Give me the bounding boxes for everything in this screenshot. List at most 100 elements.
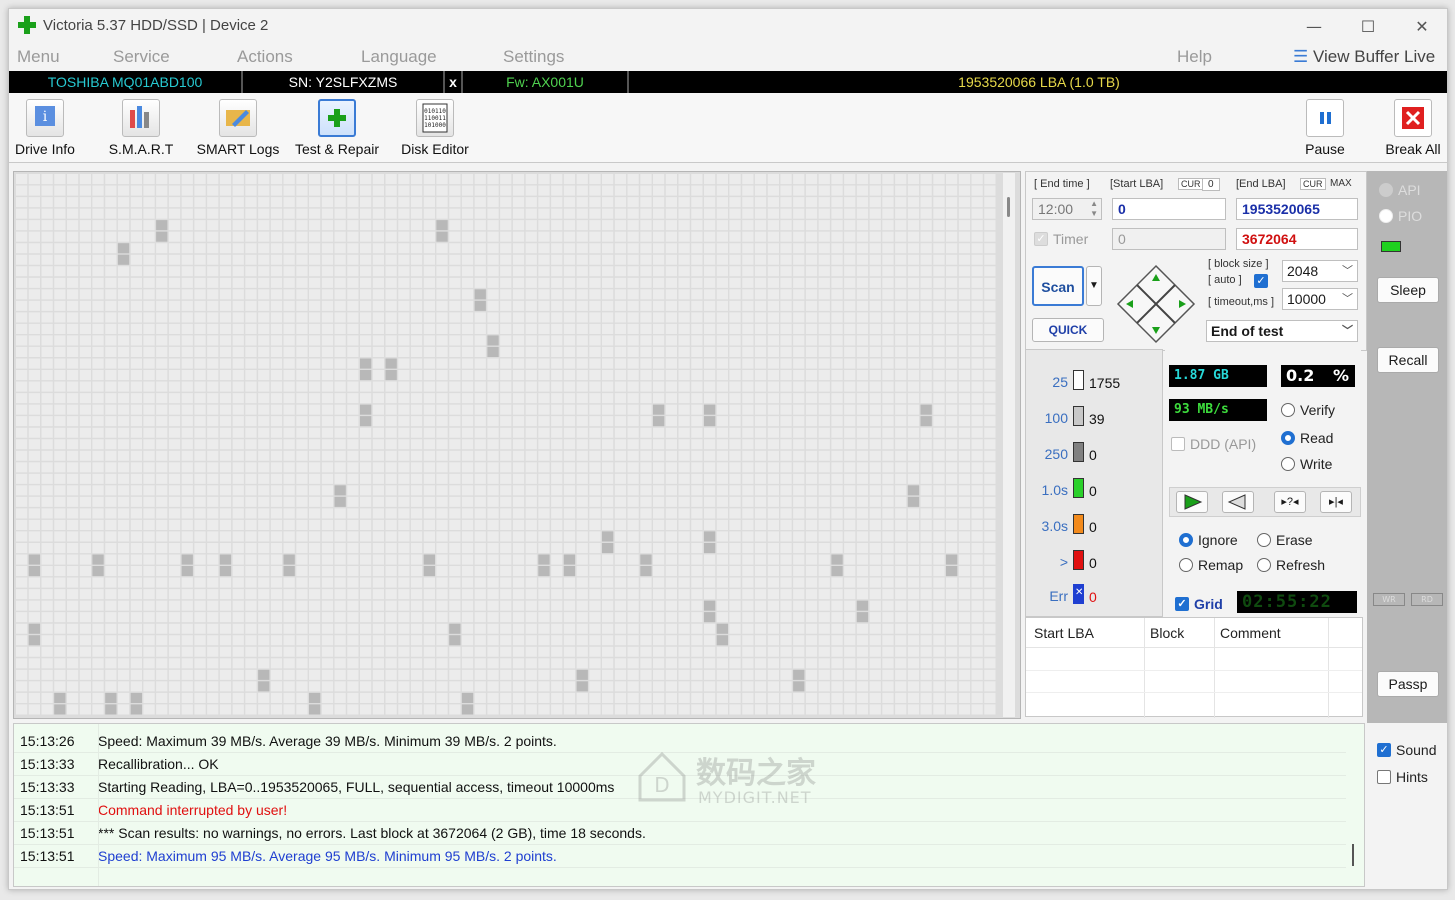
red-x-icon bbox=[1394, 99, 1432, 137]
grid-block bbox=[28, 370, 40, 381]
timeout-select[interactable]: 10000 ﹀ bbox=[1282, 288, 1358, 310]
quick-button[interactable]: QUICK bbox=[1032, 318, 1104, 342]
grid-block bbox=[958, 692, 971, 703]
grid-checkbox[interactable]: ✓ Grid bbox=[1175, 595, 1223, 612]
end-time-input[interactable]: 12:00 ▲ ▼ bbox=[1032, 198, 1102, 220]
test-repair-button[interactable]: Test & Repair bbox=[293, 99, 381, 159]
end-max-toggle[interactable]: MAX bbox=[1330, 178, 1352, 189]
read-radio[interactable]: Read bbox=[1281, 429, 1333, 446]
start-cur-toggle[interactable]: CUR bbox=[1178, 178, 1204, 190]
grid-block bbox=[933, 519, 945, 530]
direction-pad-icon[interactable] bbox=[1116, 264, 1196, 344]
col-block[interactable]: Block bbox=[1150, 625, 1184, 641]
grid-block bbox=[780, 404, 792, 415]
pio-radio[interactable]: PIO bbox=[1379, 207, 1422, 224]
disk-editor-button[interactable]: 010110 110011 101000 Disk Editor bbox=[397, 99, 473, 159]
menu-service[interactable]: Service bbox=[113, 47, 170, 67]
grid-block bbox=[742, 231, 754, 242]
end-lba-input[interactable]: 1953520065 bbox=[1236, 198, 1358, 220]
col-comment[interactable]: Comment bbox=[1220, 625, 1281, 641]
minimize-button[interactable]: — bbox=[1299, 15, 1329, 39]
timer-checkbox[interactable]: ✓ Timer bbox=[1034, 230, 1088, 247]
break-all-button[interactable]: Break All bbox=[1381, 99, 1445, 159]
random-seek-icon[interactable]: ▸?◂ bbox=[1274, 491, 1306, 513]
refresh-radio[interactable]: Refresh bbox=[1257, 556, 1325, 573]
grid-block bbox=[156, 669, 168, 680]
smart-button[interactable]: S.M.A.R.T bbox=[103, 99, 179, 159]
grid-block bbox=[665, 589, 677, 600]
recall-button[interactable]: Recall bbox=[1377, 347, 1439, 373]
erase-radio[interactable]: Erase bbox=[1257, 531, 1313, 548]
play-icon[interactable] bbox=[1176, 491, 1208, 513]
grid-block bbox=[79, 300, 91, 311]
grid-block bbox=[105, 335, 117, 346]
grid-block bbox=[831, 197, 843, 208]
grid-block bbox=[704, 243, 716, 254]
grid-block bbox=[716, 612, 728, 623]
remap-radio[interactable]: Remap bbox=[1179, 556, 1243, 573]
grid-block bbox=[219, 220, 232, 231]
col-start-lba[interactable]: Start LBA bbox=[1034, 625, 1094, 641]
api-radio[interactable]: API bbox=[1379, 181, 1421, 198]
rewind-icon[interactable] bbox=[1222, 491, 1254, 513]
grid-block bbox=[168, 381, 181, 392]
hints-checkbox[interactable]: Hints bbox=[1377, 768, 1428, 785]
butterfly-icon[interactable]: ▸|◂ bbox=[1320, 491, 1352, 513]
ignore-radio[interactable]: Ignore bbox=[1179, 531, 1238, 548]
grid-block bbox=[436, 346, 448, 357]
timer-input[interactable]: 0 bbox=[1112, 228, 1226, 250]
menu-menu[interactable]: Menu bbox=[17, 47, 60, 67]
write-radio[interactable]: Write bbox=[1281, 455, 1332, 472]
sound-checkbox[interactable]: ✓ Sound bbox=[1377, 741, 1436, 758]
grid-block bbox=[958, 554, 971, 565]
device-model[interactable]: TOSHIBA MQ01ABD100 bbox=[9, 71, 243, 93]
verify-radio[interactable]: Verify bbox=[1281, 401, 1335, 418]
grid-block bbox=[296, 566, 308, 577]
close-button[interactable]: ✕ bbox=[1407, 15, 1437, 39]
grid-scrollbar[interactable] bbox=[1003, 173, 1015, 717]
end-cur-toggle[interactable]: CUR bbox=[1300, 178, 1326, 190]
grid-block bbox=[245, 231, 257, 242]
device-close-x[interactable]: x bbox=[445, 71, 463, 93]
menu-settings[interactable]: Settings bbox=[503, 47, 564, 67]
grid-block bbox=[54, 266, 66, 277]
grid-block bbox=[156, 496, 168, 507]
start-cur-value[interactable]: 0 bbox=[1202, 178, 1220, 191]
drive-info-button[interactable]: i Drive Info bbox=[11, 99, 79, 159]
grid-scroll-thumb[interactable] bbox=[1007, 197, 1010, 217]
grid-block bbox=[143, 220, 155, 231]
auto-checkbox[interactable]: ✓ bbox=[1254, 274, 1268, 288]
menu-actions[interactable]: Actions bbox=[237, 47, 293, 67]
grid-block bbox=[958, 508, 971, 519]
block-size-select[interactable]: 2048 ﹀ bbox=[1282, 260, 1358, 282]
maximize-button[interactable]: ☐ bbox=[1353, 15, 1383, 39]
smart-logs-button[interactable]: SMART Logs bbox=[195, 99, 281, 159]
start-lba-input[interactable]: 0 bbox=[1112, 198, 1226, 220]
ddd-api-checkbox[interactable]: DDD (API) bbox=[1171, 435, 1256, 452]
grid-block bbox=[551, 669, 563, 680]
sleep-button[interactable]: Sleep bbox=[1377, 277, 1439, 303]
passp-button[interactable]: Passp bbox=[1377, 671, 1439, 697]
grid-block bbox=[347, 496, 359, 507]
menu-help[interactable]: Help bbox=[1177, 47, 1212, 67]
grid-block bbox=[79, 543, 91, 554]
grid-block bbox=[602, 496, 614, 507]
grid-block bbox=[704, 623, 716, 634]
grid-block bbox=[461, 185, 474, 196]
scan-dropdown-icon[interactable]: ▼ bbox=[1086, 266, 1102, 306]
grid-block bbox=[79, 416, 91, 427]
scan-button[interactable]: Scan bbox=[1032, 266, 1084, 306]
grid-block bbox=[691, 277, 703, 288]
menu-language[interactable]: Language bbox=[361, 47, 437, 67]
grid-block bbox=[143, 300, 155, 311]
grid-block bbox=[653, 531, 665, 542]
view-buffer-live-link[interactable]: ☰ View Buffer Live bbox=[1293, 47, 1435, 67]
grid-block bbox=[576, 393, 588, 404]
pause-button[interactable]: Pause bbox=[1299, 99, 1351, 159]
grid-block bbox=[360, 220, 372, 231]
spin-arrows-icon[interactable]: ▲ ▼ bbox=[1090, 199, 1098, 219]
grid-block bbox=[245, 312, 257, 323]
end-action-select[interactable]: End of test ﹀ bbox=[1206, 320, 1358, 342]
grid-block bbox=[270, 439, 283, 450]
log-scroll-thumb[interactable] bbox=[1352, 844, 1354, 866]
